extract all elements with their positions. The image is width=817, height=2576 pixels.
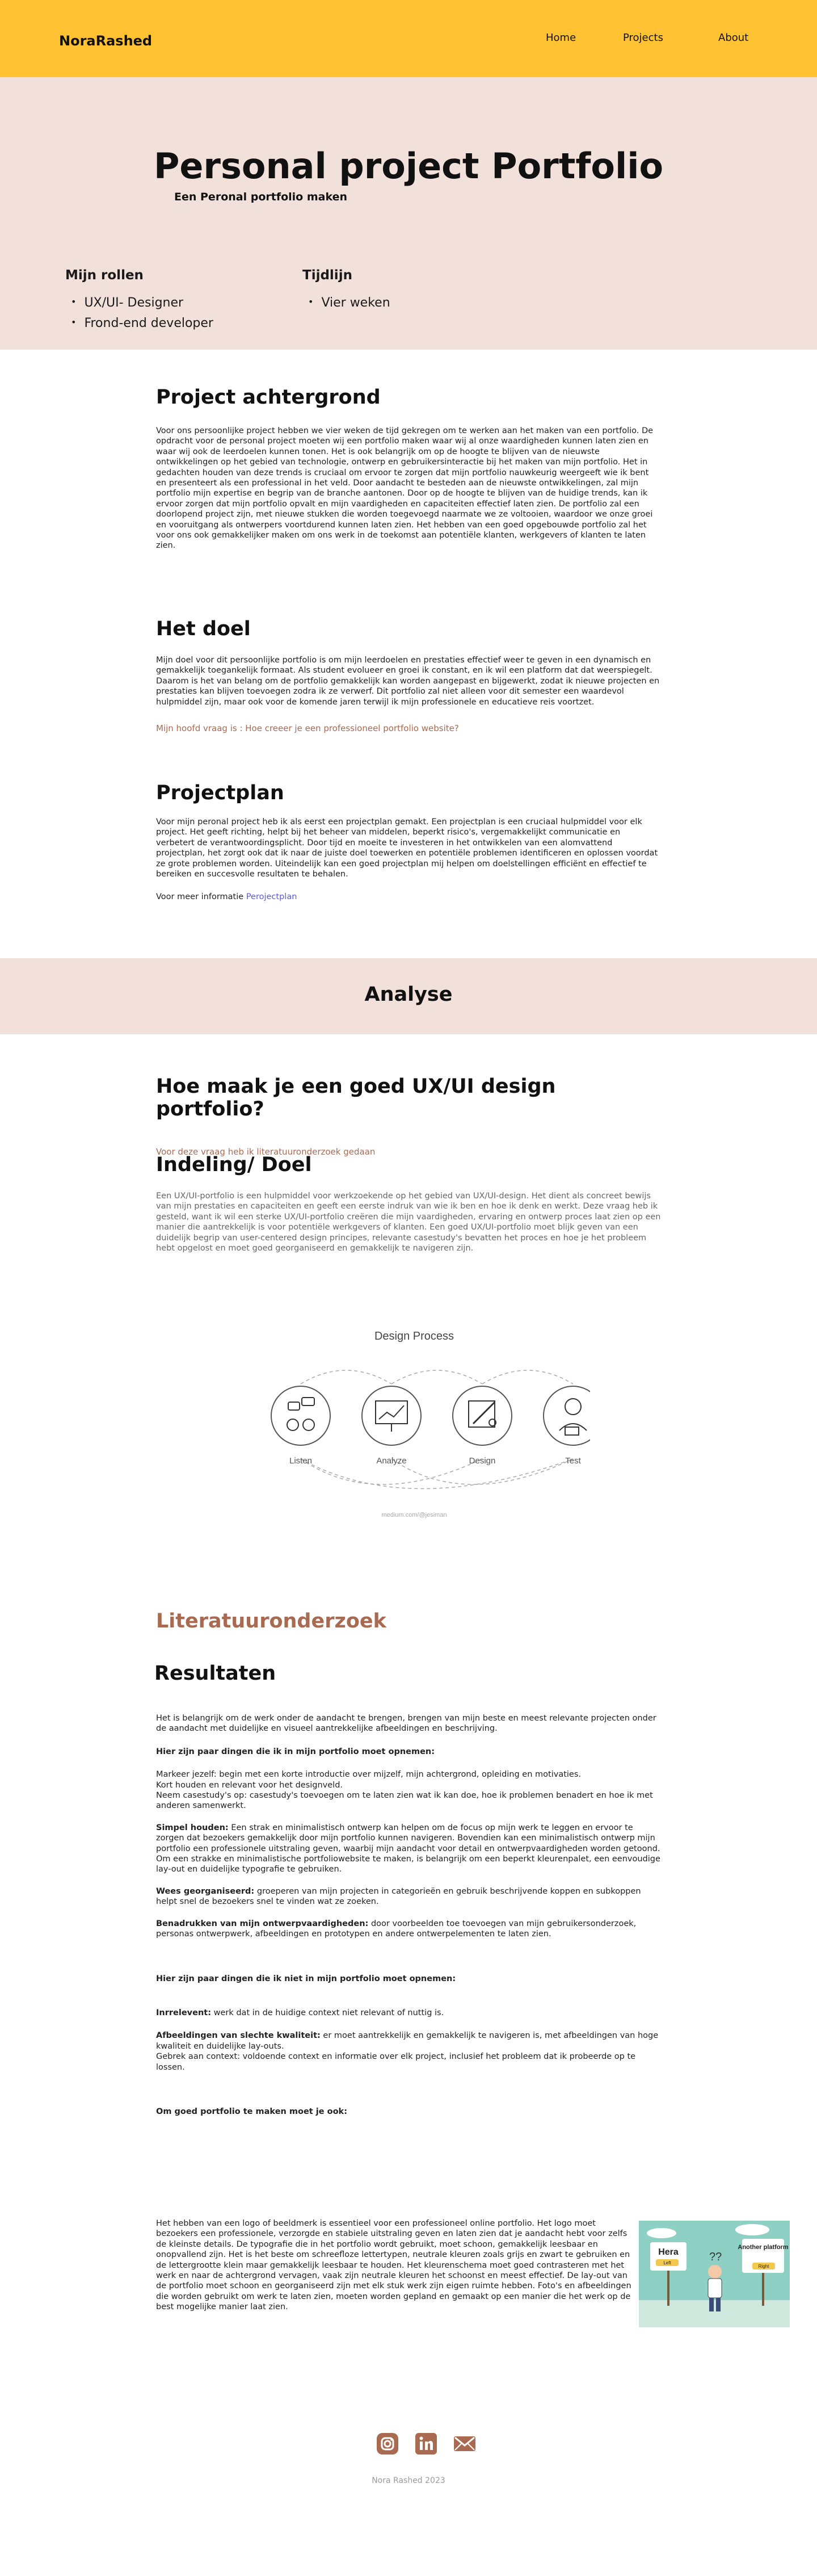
background-body: Voor ons persoonlijke project hebben we …: [156, 426, 654, 551]
design-process-diagram: Design Process Listen Analyze Design Tes…: [238, 1323, 603, 1527]
timeline-title: Tijdlijn: [302, 268, 352, 283]
step-analyze: Analyze: [361, 1386, 422, 1466]
step-label: Analyze: [376, 1456, 406, 1466]
page-subtitle: Een Peronal portfolio maken: [174, 191, 347, 203]
goal-title: Het doel: [156, 618, 251, 640]
must-title: Hier zijn paar dingen die ik in mijn por…: [156, 1747, 435, 1756]
nav-link-projects[interactable]: Projects: [623, 32, 663, 44]
simple-label: Simpel houden:: [156, 1823, 229, 1832]
results-title: Resultaten: [154, 1662, 276, 1685]
role-item: UX/UI- Designer: [71, 293, 213, 313]
platform-choice-illustration: Hera Left Another platform Right ??: [639, 2221, 790, 2327]
plan-body: Voor mijn peronal project heb ik als eer…: [156, 817, 658, 879]
mail-icon[interactable]: [453, 2432, 477, 2456]
diagram-credit: medium.com/@jesiman: [381, 1512, 447, 1518]
layout-section: Indeling/ Doel Een UX/UI-portfolio is ee…: [156, 1153, 661, 1253]
hero-section: Personal project Portfolio Een Peronal p…: [0, 77, 817, 350]
nav-link-home[interactable]: Home: [546, 32, 576, 44]
results-section: Het is belangrijk om de werk onder de aa…: [156, 1713, 661, 2117]
layout-body: Een UX/UI-portfolio is een hulpmiddel vo…: [156, 1191, 661, 1253]
top-navbar: NoraRashed Home Projects About: [0, 0, 817, 77]
projectplan-link[interactable]: Perojectplan: [246, 892, 297, 901]
results-intro: Het is belangrijk om de werk onder de aa…: [156, 1714, 656, 1734]
svg-text:??: ??: [709, 2251, 722, 2263]
layout-title: Indeling/ Doel: [156, 1153, 312, 1176]
left-tag-text: Left: [663, 2260, 671, 2265]
literature-title: Literatuuronderzoek: [156, 1610, 386, 1633]
step-test: Test: [543, 1386, 603, 1466]
diagram-arrows: [300, 1370, 574, 1490]
step-listen: Listen: [271, 1386, 331, 1466]
timeline-block: Tijdlijn Vier weken: [302, 268, 390, 313]
roles-list: UX/UI- Designer Frond-end developer: [65, 293, 213, 334]
irrelevant-label: Inrrelevent:: [156, 2008, 211, 2017]
irrelevant-paragraph: Inrrelevent: werk dat in de huidige cont…: [156, 2008, 661, 2018]
footer-copyright: Nora Rashed 2023: [372, 2476, 445, 2485]
timeline-list: Vier weken: [302, 293, 390, 313]
timeline-item: Vier weken: [308, 293, 390, 313]
must-line: Neem casestudy's op: casestudy's toevoeg…: [156, 1791, 653, 1811]
skills-label: Benadrukken van mijn ontwerpvaardigheden…: [156, 1919, 369, 1928]
role-item: Frond-end developer: [71, 313, 213, 334]
page-title: Personal project Portfolio: [153, 145, 664, 187]
organized-paragraph: Wees georganiseerd: groeperen van mijn p…: [156, 1886, 661, 1907]
analyse-band: Analyse: [0, 958, 817, 1034]
good-title: Om goed portfolio te maken moet je ook:: [156, 2107, 347, 2116]
simple-paragraph: Simpel houden: Een strak en minimalistis…: [156, 1823, 661, 1875]
context-paragraph: Gebrek aan context: voldoende context en…: [156, 2052, 636, 2072]
footer-social-icons: [0, 2432, 817, 2460]
good-body: Het hebben van een logo of beeldmerk is …: [156, 2219, 631, 2312]
test-icon: [543, 1386, 603, 1446]
background-title: Project achtergrond: [156, 386, 381, 409]
plan-section: Projectplan Voor mijn peronal project he…: [156, 782, 661, 903]
sign-left-text: Hera: [658, 2247, 679, 2257]
linkedin-icon[interactable]: [414, 2432, 438, 2456]
main-question: Mijn hoofd vraag is : Hoe creeer je een …: [156, 723, 459, 734]
diagram-title: Design Process: [374, 1330, 454, 1342]
step-label: Listen: [289, 1456, 312, 1466]
listen-icon: [271, 1386, 331, 1446]
roles-title: Mijn rollen: [65, 268, 144, 283]
illustration-svg: Hera Left Another platform Right ??: [639, 2221, 790, 2327]
plan-more-prefix: Voor meer informatie: [156, 892, 246, 902]
step-label: Test: [565, 1456, 581, 1466]
skills-paragraph: Benadrukken van mijn ontwerpvaardigheden…: [156, 1919, 661, 1940]
roles-block: Mijn rollen UX/UI- Designer Frond-end de…: [65, 268, 213, 334]
mustnot-title: Hier zijn paar dingen die ik niet in mij…: [156, 1974, 456, 1983]
must-line: Kort houden en relevant voor het designv…: [156, 1780, 343, 1790]
analyse-question-title: Hoe maak je een goed UX/UI design portfo…: [156, 1075, 556, 1121]
irrelevant-body: werk dat in de huidige context niet rele…: [211, 2008, 444, 2017]
must-line: Markeer jezelf: begin met een korte intr…: [156, 1770, 582, 1780]
good-section: Het hebben van een logo of beeldmerk is …: [156, 2218, 637, 2313]
images-label: Afbeeldingen van slechte kwaliteit:: [156, 2031, 321, 2041]
step-design: Design: [452, 1386, 512, 1466]
analyse-question-section: Hoe maak je een goed UX/UI design portfo…: [156, 1075, 661, 1157]
organized-label: Wees georganiseerd:: [156, 1886, 255, 1896]
brand-logo[interactable]: NoraRashed: [59, 33, 152, 49]
analyse-title: Analyse: [364, 983, 453, 1006]
goal-body: Mijn doel voor dit persoonlijke portfoli…: [156, 656, 660, 707]
images-paragraph: Afbeeldingen van slechte kwaliteit: er m…: [156, 2030, 661, 2051]
nav-link-about[interactable]: About: [718, 32, 748, 44]
step-label: Design: [469, 1456, 496, 1466]
design-process-svg: Design Process Listen Analyze Design Tes…: [271, 1330, 603, 1518]
sign-right-text: Another platform: [738, 2244, 788, 2251]
plan-more: Voor meer informatie Perojectplan: [156, 892, 661, 902]
nav-links: Home Projects About: [477, 32, 817, 47]
background-section: Project achtergrond Voor ons persoonlijk…: [156, 386, 661, 551]
goal-section: Het doel Mijn doel voor dit persoonlijke…: [156, 618, 661, 733]
right-tag-text: Right: [759, 2264, 769, 2269]
simple-body: Een strak en minimalistisch ontwerp kan …: [156, 1823, 660, 1874]
plan-title: Projectplan: [156, 782, 284, 804]
instagram-icon[interactable]: [376, 2432, 399, 2456]
